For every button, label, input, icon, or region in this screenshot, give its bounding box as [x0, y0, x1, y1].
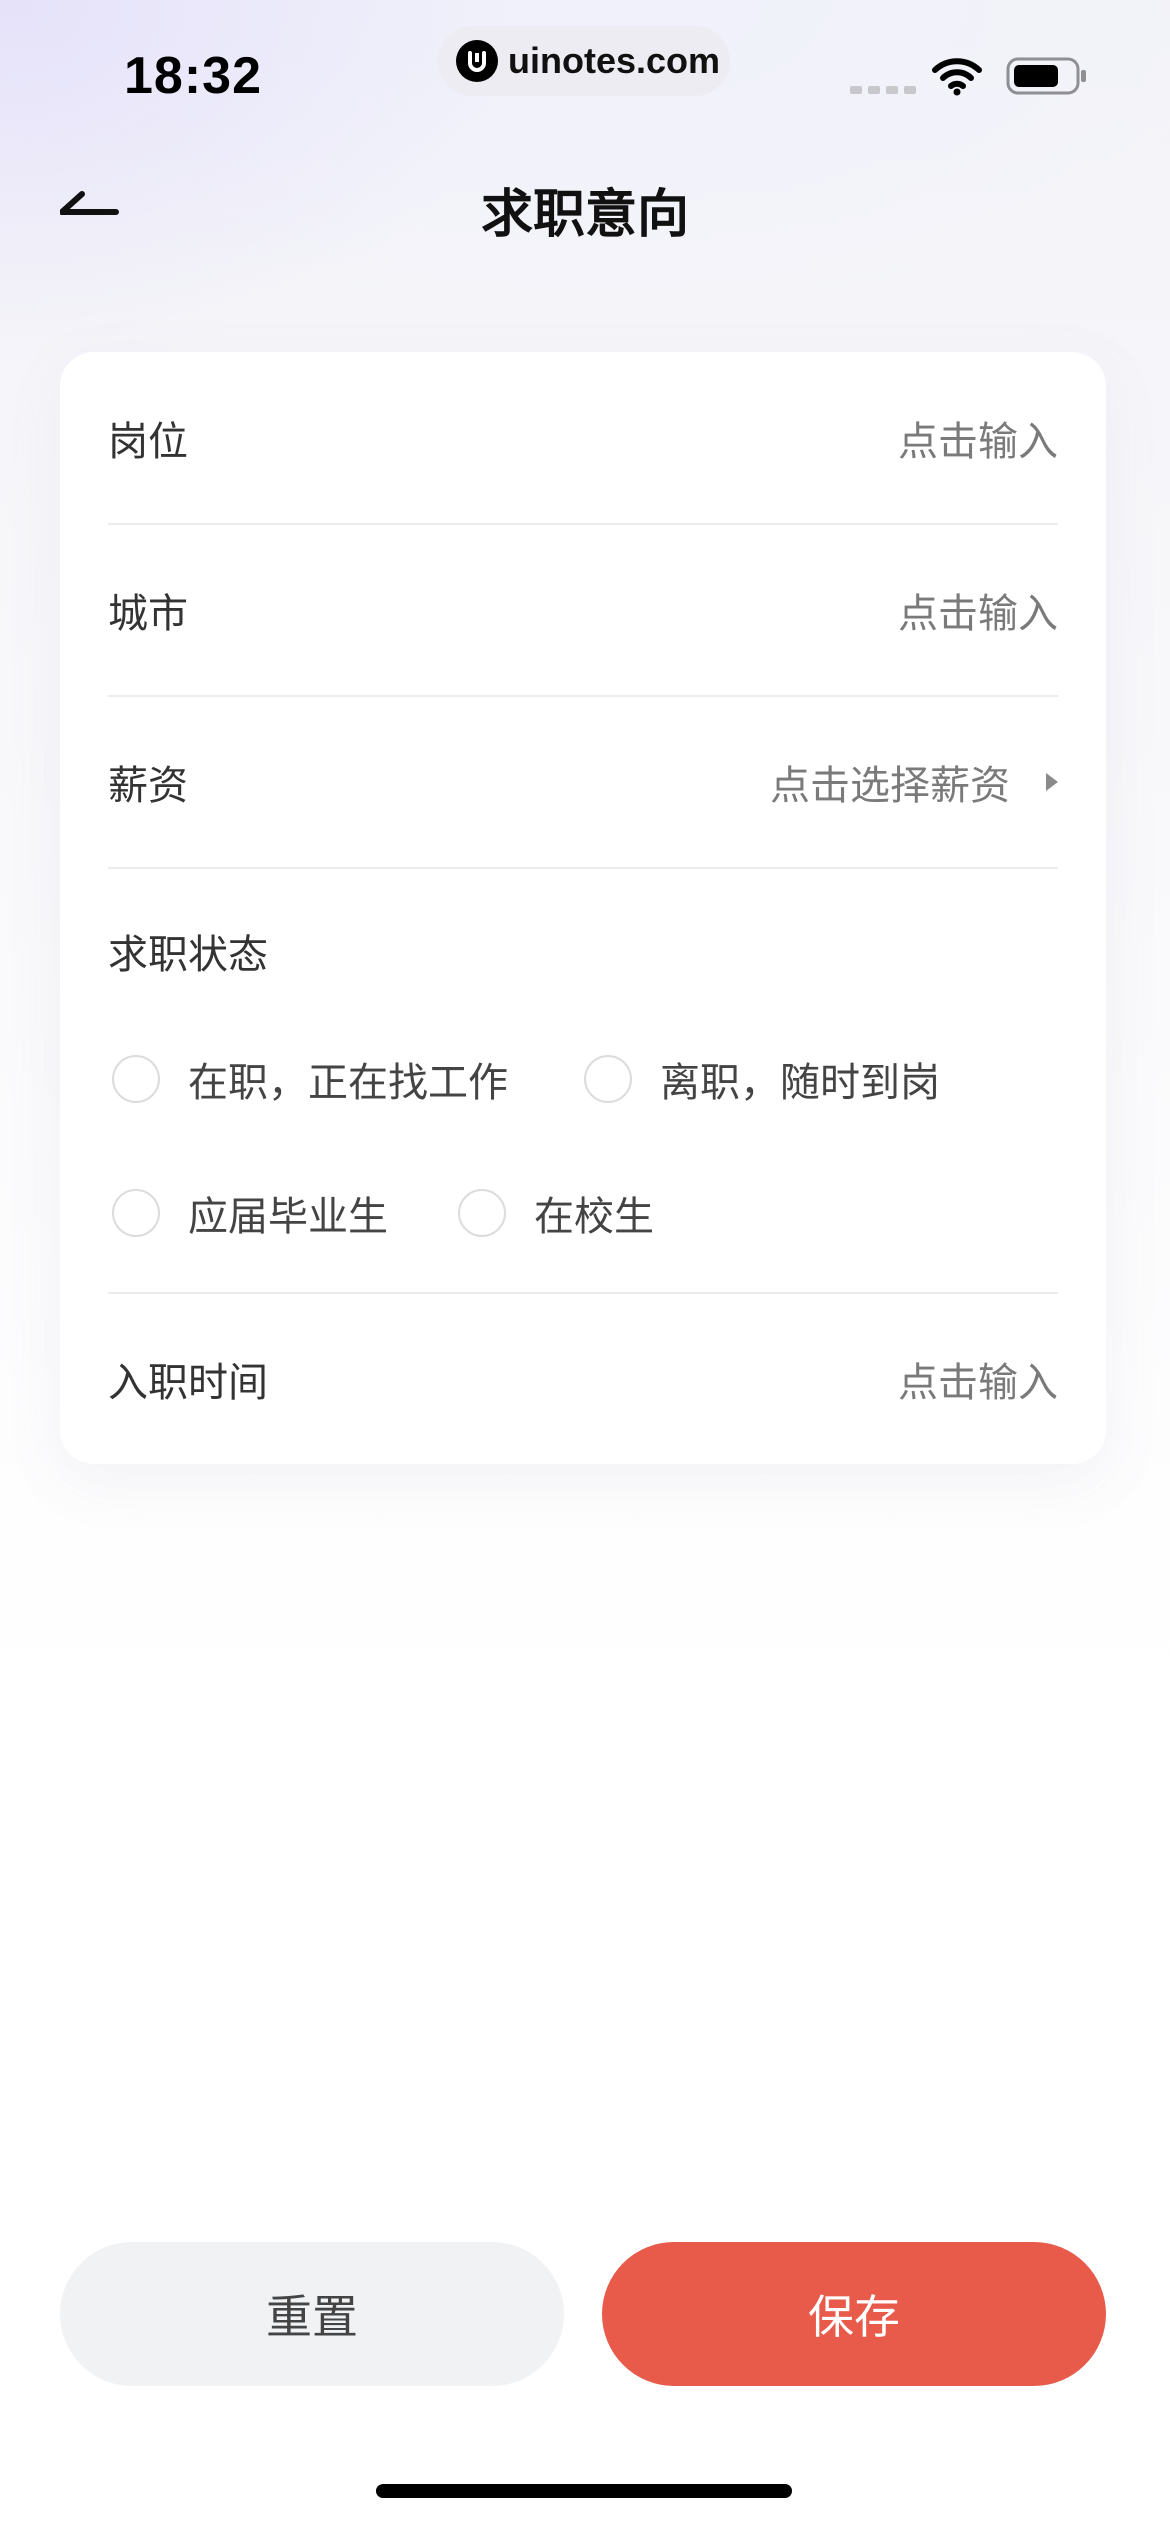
salary-row[interactable]: 薪资 点击选择薪资 — [108, 696, 1058, 868]
status-option-student[interactable]: 在校生 — [458, 1184, 654, 1242]
salary-label: 薪资 — [108, 763, 188, 809]
reset-button[interactable]: 重置 — [60, 2242, 564, 2386]
site-logo-icon — [456, 40, 498, 82]
status-bar: 18:32 uinotes.com — [0, 0, 1170, 150]
page-title: 求职意向 — [480, 185, 689, 245]
position-input[interactable]: 点击输入 — [898, 409, 1058, 467]
job-status-label: 求职状态 — [108, 932, 268, 978]
city-input[interactable]: 点击输入 — [898, 581, 1058, 639]
start-time-input[interactable]: 点击输入 — [898, 1350, 1058, 1408]
start-time-row[interactable]: 入职时间 点击输入 — [108, 1293, 1058, 1465]
radio-circle-icon[interactable] — [458, 1189, 506, 1237]
wifi-icon — [932, 56, 982, 100]
status-option-graduate[interactable]: 应届毕业生 — [112, 1184, 388, 1242]
status-option-employed[interactable]: 在职，正在找工作 — [112, 1050, 508, 1108]
city-row[interactable]: 城市 点击输入 — [108, 524, 1058, 696]
save-button[interactable]: 保存 — [602, 2242, 1106, 2386]
city-label: 城市 — [108, 591, 188, 637]
url-text: uinotes.com — [508, 40, 721, 81]
salary-value: 点击选择薪资 — [770, 763, 1010, 809]
position-row[interactable]: 岗位 点击输入 — [108, 352, 1058, 524]
job-intention-card: 岗位 点击输入 城市 点击输入 薪资 点击选择薪资 求职状态 在职，正在找工作 … — [60, 352, 1106, 1464]
url-pill[interactable]: uinotes.com — [438, 26, 730, 96]
divider — [108, 867, 1058, 869]
radio-circle-icon[interactable] — [584, 1055, 632, 1103]
radio-circle-icon[interactable] — [112, 1189, 160, 1237]
battery-icon — [1006, 56, 1088, 100]
status-time: 18:32 — [124, 47, 262, 105]
radio-circle-icon[interactable] — [112, 1055, 160, 1103]
status-option-label: 应届毕业生 — [188, 1194, 388, 1240]
home-indicator[interactable] — [376, 2484, 792, 2498]
position-label: 岗位 — [108, 419, 188, 465]
start-time-label: 入职时间 — [108, 1360, 268, 1406]
status-option-label: 在职，正在找工作 — [188, 1060, 508, 1106]
triangle-right-icon — [1046, 773, 1058, 791]
status-option-label: 在校生 — [534, 1194, 654, 1240]
status-option-label: 离职，随时到岗 — [660, 1060, 940, 1106]
salary-selector[interactable]: 点击选择薪资 — [770, 753, 1058, 811]
status-option-resigned[interactable]: 离职，随时到岗 — [584, 1050, 940, 1108]
signal-icon — [850, 86, 916, 94]
